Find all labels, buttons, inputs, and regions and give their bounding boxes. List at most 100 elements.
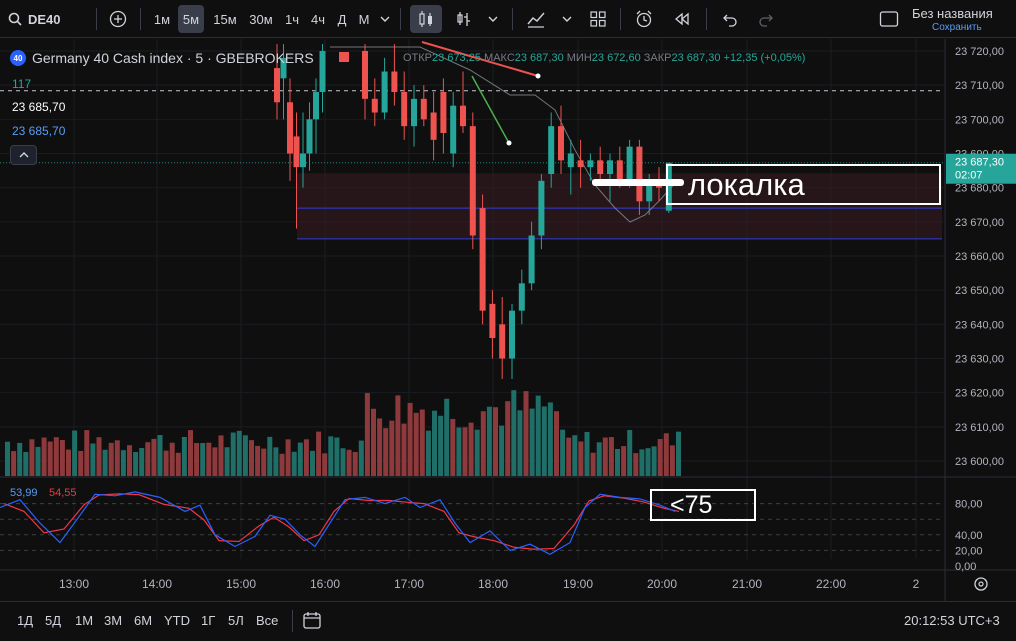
interval-6-button[interactable]: Д: [334, 5, 350, 33]
candle-body: [518, 283, 525, 311]
candle-body: [558, 126, 564, 161]
clock-timezone[interactable]: 20:12:53 UTC+3: [904, 613, 1000, 628]
alert-button[interactable]: [630, 5, 658, 33]
chart-area[interactable]: 23 720,0023 710,0023 700,0023 690,0023 6…: [0, 39, 1016, 601]
volume-bar: [407, 402, 413, 476]
volume-bar: [212, 447, 218, 476]
candle-body: [293, 136, 300, 168]
replay-button[interactable]: [668, 5, 696, 33]
volume-bar: [53, 437, 59, 476]
candle-body: [300, 153, 306, 168]
symbol-description[interactable]: Germany 40 Cash index · 5 · GBEBROKERS: [32, 50, 314, 66]
candle-body: [362, 51, 368, 99]
volume-bar: [72, 430, 78, 476]
chevron-up-icon: [19, 152, 28, 158]
volume-bar: [438, 415, 444, 476]
candle-body: [489, 303, 496, 338]
indicators-button[interactable]: [522, 5, 550, 33]
chart-canvas[interactable]: 23 720,0023 710,0023 700,0023 690,0023 6…: [0, 39, 1016, 601]
ohlc-values: ОТКР23 673,25 МАКС23 687,30 МИН23 672,60…: [403, 52, 805, 64]
interval-5-button[interactable]: 4ч: [308, 5, 328, 33]
range-2-button[interactable]: 1М: [75, 613, 93, 628]
candle-body: [450, 105, 457, 154]
candle-body: [460, 105, 466, 127]
interval-4-button[interactable]: 1ч: [282, 5, 302, 33]
volume-bar: [297, 442, 303, 476]
interval-dropdown[interactable]: [378, 5, 392, 33]
volume-bar: [47, 441, 53, 476]
range-5-button[interactable]: YTD: [164, 613, 190, 628]
interval-3-button[interactable]: 30м: [246, 5, 276, 33]
collapse-legend-button[interactable]: [10, 145, 37, 165]
bar-style-button[interactable]: [452, 5, 476, 33]
volume-bar: [17, 442, 23, 476]
redo-icon: [759, 14, 773, 27]
interval-0-button[interactable]: 1м: [152, 5, 172, 33]
grid-layout-icon: [590, 11, 606, 27]
compare-add-button[interactable]: [106, 5, 130, 33]
redo-button[interactable]: [752, 5, 780, 33]
range-7-button[interactable]: 5Л: [228, 613, 244, 628]
volume-bar: [608, 437, 614, 476]
annotation-local-line[interactable]: [592, 179, 684, 186]
price-tick-label: 23 630,00: [955, 354, 1004, 366]
rewind-icon: [674, 12, 689, 26]
annotation-local-box[interactable]: локалка: [666, 164, 941, 205]
high-label: МАКС: [484, 52, 515, 64]
candle-body: [616, 160, 623, 181]
candle-body: [469, 126, 476, 236]
time-tick-label: 13:00: [59, 577, 89, 591]
low-value: 23 672,60: [591, 52, 641, 64]
volume-bar: [578, 441, 584, 476]
volume-bar: [572, 435, 578, 476]
crosshair-price: 23 685,70: [12, 100, 66, 114]
price-tick-label: 23 710,00: [955, 80, 1004, 92]
interval-7-button[interactable]: М: [356, 5, 372, 33]
volume-bar: [566, 437, 572, 476]
volume-bar: [529, 408, 535, 476]
interval-1-button[interactable]: 5м: [178, 5, 204, 33]
volume-bar: [102, 449, 108, 476]
volume-bar: [322, 453, 328, 476]
goto-date-button[interactable]: [302, 610, 322, 633]
time-tick-label: 14:00: [142, 577, 172, 591]
volume-bar: [78, 450, 84, 476]
volume-bar: [163, 450, 169, 476]
layout-save-button[interactable]: [876, 5, 902, 33]
range-8-button[interactable]: Все: [256, 613, 278, 628]
change-value: +12,35 (+0,05%): [723, 52, 806, 64]
close-value: 23 687,30: [671, 52, 721, 64]
volume-bar: [108, 442, 114, 476]
annotation-stoch-box[interactable]: <75: [650, 489, 756, 521]
volume-value: 117: [12, 77, 32, 91]
candle-body: [306, 119, 313, 154]
range-3-button[interactable]: 3М: [104, 613, 122, 628]
high-value: 23 687,30: [514, 52, 564, 64]
range-0-button[interactable]: 1Д: [17, 613, 33, 628]
flag-icon[interactable]: [339, 52, 349, 62]
candle-body: [548, 126, 555, 174]
price-tick-label: 23 640,00: [955, 319, 1004, 331]
symbol-search-button[interactable]: DE40: [8, 5, 78, 33]
undo-button[interactable]: [716, 5, 744, 33]
range-6-button[interactable]: 1Г: [201, 613, 215, 628]
candle-body: [567, 153, 574, 168]
interval-2-button[interactable]: 15м: [210, 5, 240, 33]
range-1-button[interactable]: 5Д: [45, 613, 61, 628]
indicators-dropdown[interactable]: [558, 5, 576, 33]
layouts-button[interactable]: [584, 5, 612, 33]
range-4-button[interactable]: 6М: [134, 613, 152, 628]
candles-chart-type-button[interactable]: [410, 5, 442, 33]
volume-bar: [35, 446, 41, 476]
volume-bar: [413, 412, 419, 476]
layout-title[interactable]: Без названия: [912, 6, 993, 21]
volume-bar: [651, 446, 657, 476]
toolbar-divider: [400, 8, 401, 30]
volume-bar: [633, 453, 639, 476]
oscillator-tick-label: 0,00: [955, 561, 976, 573]
candle-body: [440, 92, 447, 133]
layout-save-status[interactable]: Сохранить: [932, 22, 982, 33]
bottom-toolbar: 1Д 5Д 1М 3М 6М YTD 1Г 5Л Все 20:12:53 UTC+3: [0, 601, 1016, 641]
candles-icon: [419, 11, 432, 27]
chart-type-dropdown[interactable]: [484, 5, 502, 33]
